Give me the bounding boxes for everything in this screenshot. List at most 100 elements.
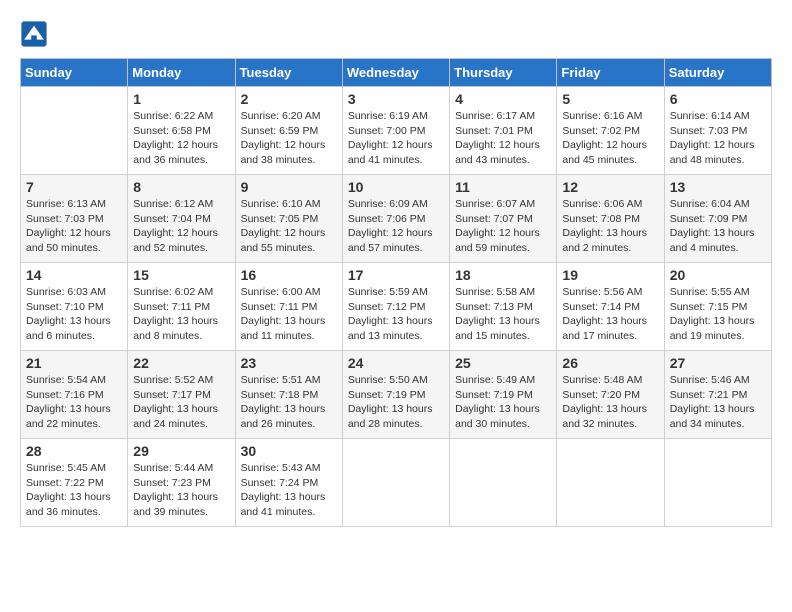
calendar-table: SundayMondayTuesdayWednesdayThursdayFrid…	[20, 58, 772, 527]
day-info: Sunrise: 6:03 AM Sunset: 7:10 PM Dayligh…	[26, 285, 122, 344]
day-number: 29	[133, 443, 229, 459]
calendar-cell: 5 Sunrise: 6:16 AM Sunset: 7:02 PM Daylig…	[557, 87, 664, 175]
day-info: Sunrise: 6:00 AM Sunset: 7:11 PM Dayligh…	[241, 285, 337, 344]
day-info: Sunrise: 6:19 AM Sunset: 7:00 PM Dayligh…	[348, 109, 444, 168]
calendar-cell: 2Sunrise: 6:20 AM Sunset: 6:59 PM Daylig…	[235, 87, 342, 175]
calendar-cell	[557, 439, 664, 527]
weekday-header: Thursday	[450, 59, 557, 87]
calendar-cell: 7 Sunrise: 6:13 AM Sunset: 7:03 PM Daylig…	[21, 175, 128, 263]
logo	[20, 20, 52, 48]
day-info: Sunrise: 5:55 AM Sunset: 7:15 PM Dayligh…	[670, 285, 766, 344]
calendar-cell: 29Sunrise: 5:44 AM Sunset: 7:23 PM Dayli…	[128, 439, 235, 527]
day-info: Sunrise: 6:16 AM Sunset: 7:02 PM Dayligh…	[562, 109, 658, 168]
calendar-cell: 13 Sunrise: 6:04 AM Sunset: 7:09 PM Dayli…	[664, 175, 771, 263]
day-number: 14	[26, 267, 122, 283]
day-number: 19	[562, 267, 658, 283]
weekday-header-row: SundayMondayTuesdayWednesdayThursdayFrid…	[21, 59, 772, 87]
day-info: Sunrise: 5:52 AM Sunset: 7:17 PM Dayligh…	[133, 373, 229, 432]
day-number: 3	[348, 91, 444, 107]
calendar-cell: 18 Sunrise: 5:58 AM Sunset: 7:13 PM Dayli…	[450, 263, 557, 351]
day-info: Sunrise: 6:07 AM Sunset: 7:07 PM Dayligh…	[455, 197, 551, 256]
calendar-cell: 19 Sunrise: 5:56 AM Sunset: 7:14 PM Dayli…	[557, 263, 664, 351]
day-info: Sunrise: 6:04 AM Sunset: 7:09 PM Dayligh…	[670, 197, 766, 256]
calendar-cell: 9 Sunrise: 6:10 AM Sunset: 7:05 PM Daylig…	[235, 175, 342, 263]
day-number: 23	[241, 355, 337, 371]
calendar-week-row: 28 Sunrise: 5:45 AM Sunset: 7:22 PM Dayli…	[21, 439, 772, 527]
day-number: 21	[26, 355, 122, 371]
weekday-header: Saturday	[664, 59, 771, 87]
calendar-cell: 30 Sunrise: 5:43 AM Sunset: 7:24 PM Dayli…	[235, 439, 342, 527]
day-info: Sunrise: 6:17 AM Sunset: 7:01 PM Dayligh…	[455, 109, 551, 168]
day-info: Sunrise: 5:54 AM Sunset: 7:16 PM Dayligh…	[26, 373, 122, 432]
day-number: 1	[133, 91, 229, 107]
day-info: Sunrise: 5:46 AM Sunset: 7:21 PM Dayligh…	[670, 373, 766, 432]
day-number: 8	[133, 179, 229, 195]
calendar-cell	[342, 439, 449, 527]
day-number: 22	[133, 355, 229, 371]
calendar-week-row: 21 Sunrise: 5:54 AM Sunset: 7:16 PM Dayli…	[21, 351, 772, 439]
day-number: 26	[562, 355, 658, 371]
calendar-cell: 8 Sunrise: 6:12 AM Sunset: 7:04 PM Daylig…	[128, 175, 235, 263]
calendar-cell: 15 Sunrise: 6:02 AM Sunset: 7:11 PM Dayli…	[128, 263, 235, 351]
calendar-cell: 23Sunrise: 5:51 AM Sunset: 7:18 PM Dayli…	[235, 351, 342, 439]
day-info: Sunrise: 5:45 AM Sunset: 7:22 PM Dayligh…	[26, 461, 122, 520]
calendar-cell: 1 Sunrise: 6:22 AM Sunset: 6:58 PM Daylig…	[128, 87, 235, 175]
day-number: 16	[241, 267, 337, 283]
day-number: 5	[562, 91, 658, 107]
day-info: Sunrise: 5:56 AM Sunset: 7:14 PM Dayligh…	[562, 285, 658, 344]
day-number: 13	[670, 179, 766, 195]
day-number: 6	[670, 91, 766, 107]
calendar-cell: 12Sunrise: 6:06 AM Sunset: 7:08 PM Dayli…	[557, 175, 664, 263]
day-info: Sunrise: 6:12 AM Sunset: 7:04 PM Dayligh…	[133, 197, 229, 256]
day-info: Sunrise: 5:48 AM Sunset: 7:20 PM Dayligh…	[562, 373, 658, 432]
day-info: Sunrise: 5:49 AM Sunset: 7:19 PM Dayligh…	[455, 373, 551, 432]
day-info: Sunrise: 6:10 AM Sunset: 7:05 PM Dayligh…	[241, 197, 337, 256]
day-info: Sunrise: 6:02 AM Sunset: 7:11 PM Dayligh…	[133, 285, 229, 344]
day-number: 17	[348, 267, 444, 283]
calendar-cell: 28 Sunrise: 5:45 AM Sunset: 7:22 PM Dayli…	[21, 439, 128, 527]
day-info: Sunrise: 5:43 AM Sunset: 7:24 PM Dayligh…	[241, 461, 337, 520]
calendar-cell: 11 Sunrise: 6:07 AM Sunset: 7:07 PM Dayli…	[450, 175, 557, 263]
day-number: 24	[348, 355, 444, 371]
day-number: 20	[670, 267, 766, 283]
calendar-cell: 20 Sunrise: 5:55 AM Sunset: 7:15 PM Dayli…	[664, 263, 771, 351]
day-number: 25	[455, 355, 551, 371]
day-info: Sunrise: 6:20 AM Sunset: 6:59 PM Dayligh…	[241, 109, 337, 168]
calendar-cell: 25 Sunrise: 5:49 AM Sunset: 7:19 PM Dayli…	[450, 351, 557, 439]
calendar-cell: 16 Sunrise: 6:00 AM Sunset: 7:11 PM Dayli…	[235, 263, 342, 351]
calendar-cell: 26 Sunrise: 5:48 AM Sunset: 7:20 PM Dayli…	[557, 351, 664, 439]
day-number: 27	[670, 355, 766, 371]
page-header	[20, 20, 772, 48]
day-number: 15	[133, 267, 229, 283]
calendar-cell: 22 Sunrise: 5:52 AM Sunset: 7:17 PM Dayli…	[128, 351, 235, 439]
day-number: 30	[241, 443, 337, 459]
calendar-cell: 27 Sunrise: 5:46 AM Sunset: 7:21 PM Dayli…	[664, 351, 771, 439]
day-info: Sunrise: 6:13 AM Sunset: 7:03 PM Dayligh…	[26, 197, 122, 256]
day-number: 18	[455, 267, 551, 283]
weekday-header: Friday	[557, 59, 664, 87]
weekday-header: Monday	[128, 59, 235, 87]
calendar-cell: 10Sunrise: 6:09 AM Sunset: 7:06 PM Dayli…	[342, 175, 449, 263]
day-number: 11	[455, 179, 551, 195]
day-number: 28	[26, 443, 122, 459]
day-info: Sunrise: 6:22 AM Sunset: 6:58 PM Dayligh…	[133, 109, 229, 168]
day-info: Sunrise: 6:09 AM Sunset: 7:06 PM Dayligh…	[348, 197, 444, 256]
logo-icon	[20, 20, 48, 48]
calendar-cell	[450, 439, 557, 527]
calendar-week-row: 14 Sunrise: 6:03 AM Sunset: 7:10 PM Dayli…	[21, 263, 772, 351]
calendar-cell: 24Sunrise: 5:50 AM Sunset: 7:19 PM Dayli…	[342, 351, 449, 439]
weekday-header: Tuesday	[235, 59, 342, 87]
day-info: Sunrise: 6:14 AM Sunset: 7:03 PM Dayligh…	[670, 109, 766, 168]
calendar-cell	[664, 439, 771, 527]
day-number: 7	[26, 179, 122, 195]
calendar-cell: 17 Sunrise: 5:59 AM Sunset: 7:12 PM Dayli…	[342, 263, 449, 351]
day-info: Sunrise: 5:59 AM Sunset: 7:12 PM Dayligh…	[348, 285, 444, 344]
day-number: 12	[562, 179, 658, 195]
day-info: Sunrise: 5:58 AM Sunset: 7:13 PM Dayligh…	[455, 285, 551, 344]
weekday-header: Sunday	[21, 59, 128, 87]
day-number: 9	[241, 179, 337, 195]
calendar-cell: 3 Sunrise: 6:19 AM Sunset: 7:00 PM Daylig…	[342, 87, 449, 175]
calendar-week-row: 1 Sunrise: 6:22 AM Sunset: 6:58 PM Daylig…	[21, 87, 772, 175]
calendar-week-row: 7 Sunrise: 6:13 AM Sunset: 7:03 PM Daylig…	[21, 175, 772, 263]
calendar-cell: 6 Sunrise: 6:14 AM Sunset: 7:03 PM Daylig…	[664, 87, 771, 175]
